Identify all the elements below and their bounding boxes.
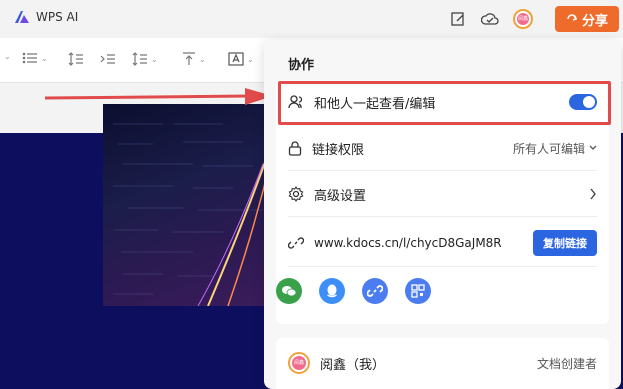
collaborator-avatar: 阅鑫 [288, 352, 310, 374]
divider [288, 170, 597, 171]
user-avatar[interactable]: 阅鑫 [513, 9, 533, 29]
bullet-list-icon [22, 52, 37, 64]
permission-label: 链接权限 [312, 142, 365, 158]
title-bar: WPS AI 阅鑫 分享 [0, 0, 623, 38]
edit-icon[interactable] [449, 10, 467, 28]
copy-link-button[interactable]: 复制链接 [533, 230, 597, 256]
share-link-text[interactable]: www.kdocs.cn/l/chycD8GaJM8R [314, 236, 502, 250]
indent-button[interactable] [100, 52, 116, 66]
align-top-icon [183, 52, 195, 65]
panel-title: 协作 [288, 58, 315, 73]
qrcode-icon[interactable] [405, 278, 431, 304]
text-box-icon [228, 52, 244, 66]
line-spacing-icon [68, 52, 83, 66]
chevron-right-icon [590, 188, 596, 200]
permission-row[interactable]: 链接权限 所有人可编辑 [288, 138, 597, 158]
paragraph-spacing-button[interactable]: ⌄ [132, 52, 158, 66]
qq-icon[interactable] [319, 278, 345, 304]
align-top-button[interactable]: ⌄ [182, 52, 206, 66]
toolbar-caret[interactable]: ⌄ [4, 52, 11, 61]
link-icon [288, 237, 304, 249]
cloud-check-icon[interactable] [481, 10, 499, 28]
text-box-button[interactable]: ⌄ [228, 52, 254, 66]
collaborator-name: 阅鑫（我） [320, 357, 386, 373]
advanced-settings-row[interactable]: 高级设置 [288, 184, 597, 204]
collaborator-role: 文档创建者 [536, 356, 597, 371]
app-title: WPS AI [36, 10, 79, 24]
indent-icon [100, 54, 115, 64]
share-icon [567, 14, 578, 21]
bullet-list-button[interactable]: ⌄ [22, 52, 48, 64]
divider [288, 216, 597, 217]
annotation-arrow-icon [45, 88, 273, 105]
wechat-icon[interactable] [276, 278, 302, 304]
permission-dropdown[interactable]: 所有人可编辑 [513, 140, 597, 157]
collaborator-list: 阅鑫 阅鑫（我） 文档创建者 [276, 338, 609, 389]
line-spacing-button[interactable] [68, 52, 84, 66]
wps-ai-button[interactable]: WPS AI [14, 10, 78, 24]
lock-icon [288, 141, 302, 156]
wps-ai-logo-icon [15, 11, 29, 23]
link-row: www.kdocs.cn/l/chycD8GaJM8R 复制链接 [288, 230, 597, 256]
copy-link-icon[interactable] [362, 278, 388, 304]
divider [288, 266, 597, 267]
chevron-down-icon [589, 145, 597, 150]
collaborator-row[interactable]: 阅鑫 阅鑫（我） 文档创建者 [288, 352, 597, 374]
annotation-highlight-box [278, 81, 611, 125]
share-targets [276, 278, 431, 304]
paragraph-spacing-icon [132, 52, 147, 66]
document-image[interactable] [103, 104, 278, 306]
share-button[interactable]: 分享 [555, 6, 619, 32]
advanced-label: 高级设置 [314, 188, 367, 204]
gear-icon [288, 186, 304, 202]
